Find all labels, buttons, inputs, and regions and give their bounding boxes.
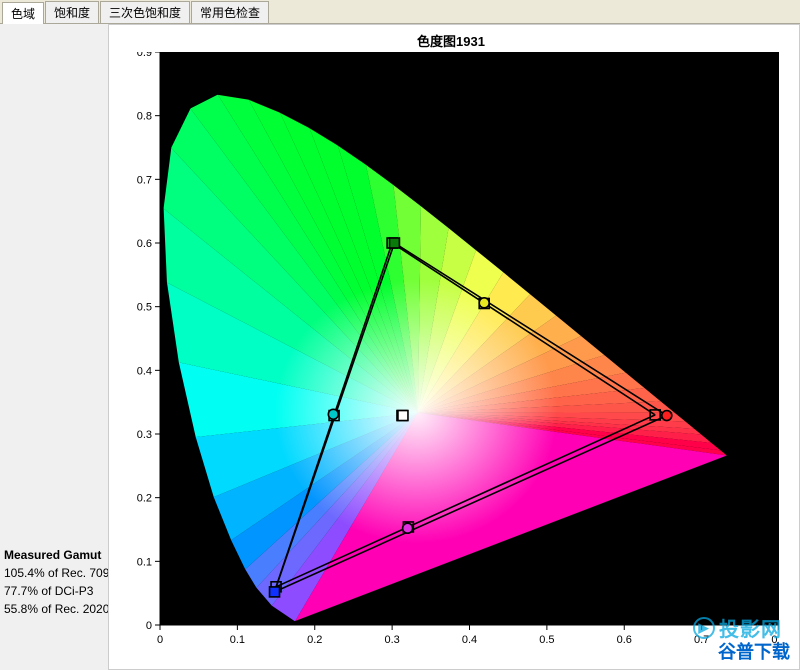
svg-text:0.3: 0.3 xyxy=(384,634,399,646)
svg-text:0.4: 0.4 xyxy=(136,365,151,377)
svg-text:0.5: 0.5 xyxy=(539,634,554,646)
plot-area: 0 0.1 0.2 0.3 0.4 0.5 0.6 0.7 0.8 0 0.1 0.2 0.3 0.4 0.… xyxy=(124,52,779,652)
svg-text:0.7: 0.7 xyxy=(136,174,151,186)
watermark-gupu: 谷普下载 xyxy=(718,638,790,664)
svg-text:0.5: 0.5 xyxy=(136,302,151,314)
play-icon: ▶ xyxy=(693,617,715,639)
tab-color-check[interactable]: 常用色检查 xyxy=(191,1,269,23)
svg-text:0: 0 xyxy=(156,634,162,646)
chromaticity-svg: 0 0.1 0.2 0.3 0.4 0.5 0.6 0.7 0.8 0 0.1 0.2 0.3 0.4 0.… xyxy=(124,52,779,652)
gamut-stat-dcip3: 77.7% of DCi-P3 xyxy=(0,584,108,598)
tab-saturation[interactable]: 饱和度 xyxy=(45,1,99,23)
svg-text:0.1: 0.1 xyxy=(229,634,244,646)
chart-title: 色度图1931 xyxy=(417,29,485,52)
svg-text:0.6: 0.6 xyxy=(616,634,631,646)
svg-text:0.4: 0.4 xyxy=(461,634,476,646)
svg-text:0.2: 0.2 xyxy=(307,634,322,646)
svg-text:0.9: 0.9 xyxy=(136,52,151,59)
svg-text:0.8: 0.8 xyxy=(136,111,151,123)
svg-text:0.3: 0.3 xyxy=(136,429,151,441)
sidebar: Measured Gamut 105.4% of Rec. 709 77.7% … xyxy=(0,24,108,670)
tab-tertiary-saturation[interactable]: 三次色饱和度 xyxy=(100,1,190,23)
tab-gamut[interactable]: 色域 xyxy=(2,2,44,24)
tabs-bar: 色域 饱和度 三次色饱和度 常用色检查 xyxy=(0,0,800,24)
svg-text:0: 0 xyxy=(145,620,151,632)
content-area: Measured Gamut 105.4% of Rec. 709 77.7% … xyxy=(0,24,800,670)
svg-text:0.2: 0.2 xyxy=(136,493,151,505)
measured-gamut-heading: Measured Gamut xyxy=(0,548,108,562)
chart-panel: 色度图1931 0 0.1 0.2 0.3 0.4 0.5 0.6 0.7 0.8 0 0.1 0.2… xyxy=(108,24,800,670)
svg-text:0.6: 0.6 xyxy=(136,238,151,250)
gamut-stat-rec709: 105.4% of Rec. 709 xyxy=(0,566,108,580)
gamut-stat-rec2020: 55.8% of Rec. 2020 xyxy=(0,602,108,616)
svg-text:0.1: 0.1 xyxy=(136,556,151,568)
